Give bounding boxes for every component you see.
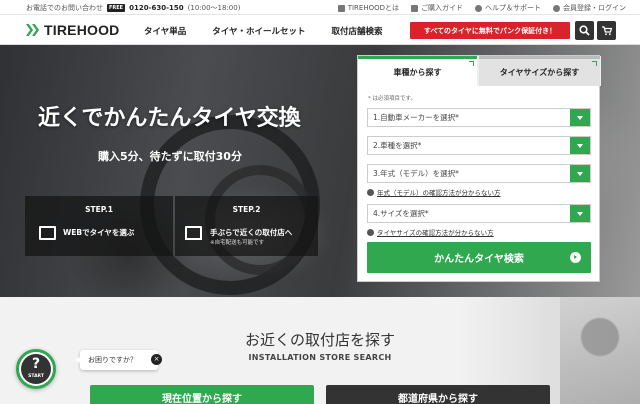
close-icon[interactable]: × <box>151 354 162 365</box>
model-select[interactable]: 2.車種を選択* <box>367 136 591 155</box>
chevron-down-icon <box>570 109 590 126</box>
nav-tire-wheel-set[interactable]: タイヤ・ホイールセット <box>212 25 305 37</box>
link-login[interactable]: 会員登録・ログイン <box>553 3 626 13</box>
step-1-card: STEP.1 WEBでタイヤを選ぶ <box>25 196 173 256</box>
mechanic-image <box>560 297 640 404</box>
chat-icon: ? START <box>21 354 51 384</box>
year-select[interactable]: 3.年式（モデル）を選択* <box>367 164 591 183</box>
size-select[interactable]: 4.サイズを選択* <box>367 204 591 223</box>
step-2-card: STEP.2 手ぶらで近くの取付店へ ※自宅配送も可能です <box>175 196 318 256</box>
nav-tire-single[interactable]: タイヤ単品 <box>144 25 186 37</box>
utility-links: TIREHOODとは ご購入ガイド ヘルプ＆サポート 会員登録・ログイン <box>337 3 626 13</box>
nav-store-search[interactable]: 取付店舗検索 <box>332 25 383 37</box>
main-nav: タイヤ単品 タイヤ・ホイールセット 取付店舗検索 <box>144 25 383 37</box>
logo-chevron-icon <box>26 24 40 36</box>
step-2-note: ※自宅配送も可能です <box>210 240 265 246</box>
search-button[interactable] <box>575 21 594 40</box>
link-guide-label: ご購入ガイド <box>421 4 463 12</box>
book-icon <box>411 4 418 12</box>
chevron-down-icon <box>570 205 590 222</box>
size-help-link[interactable]: タイヤサイズの確認方法が分からない方 <box>367 227 494 237</box>
monitor-icon <box>39 226 56 240</box>
help-icon <box>475 4 482 12</box>
chat-start-label: START <box>28 374 44 379</box>
required-note: * は必須項目です。 <box>368 96 416 102</box>
phone-number[interactable]: 0120-630-150 <box>129 4 184 12</box>
model-select-value: 2.車種を選択* <box>373 141 422 150</box>
size-select-value: 4.サイズを選択* <box>373 209 429 218</box>
tab-by-vehicle-label: 車種から探す <box>393 68 442 77</box>
freedial-badge: FREE <box>107 4 126 12</box>
cart-button[interactable] <box>597 21 616 40</box>
link-help-label: ヘルプ＆サポート <box>485 4 541 12</box>
puncture-guarantee-banner[interactable]: すべてのタイヤに無料でパンク保証付き！ <box>410 22 570 39</box>
site-header: TIREHOOD タイヤ単品 タイヤ・ホイールセット 取付店舗検索 すべてのタイ… <box>0 15 640 45</box>
chevron-down-icon <box>570 165 590 182</box>
step-2-number: STEP.2 <box>232 205 261 214</box>
shield-icon <box>337 4 345 12</box>
chat-bubble[interactable]: お困りですか？ × <box>75 350 162 370</box>
step-1-text: WEBでタイヤを選ぶ <box>63 228 135 237</box>
corner-mark-icon <box>469 61 474 66</box>
tab-by-tire-size-label: タイヤサイズから探す <box>499 68 580 77</box>
contact-info: お電話でのお問い合わせ FREE 0120-630-150 (10:00～18:… <box>26 3 240 13</box>
tab-by-vehicle[interactable]: 車種から探す <box>358 56 477 86</box>
chat-start-button[interactable]: ? START <box>16 349 56 389</box>
logo-text: TIREHOOD <box>44 22 120 38</box>
chat-bubble-text: お困りですか？ <box>88 356 137 364</box>
link-help[interactable]: ヘルプ＆サポート <box>475 3 541 13</box>
search-by-location-button[interactable]: 現在位置から探す <box>90 385 314 404</box>
cart-icon <box>602 26 612 36</box>
year-help-text: 年式（モデル）の確認方法が分からない方 <box>377 189 501 197</box>
link-about[interactable]: TIREHOODとは <box>337 3 399 13</box>
contact-label: お電話でのお問い合わせ <box>26 4 103 12</box>
logo[interactable]: TIREHOOD <box>26 22 120 38</box>
arrow-right-circle-icon <box>570 252 581 263</box>
search-by-prefecture-label: 都道府県から探す <box>398 394 478 404</box>
hero-title: 近くでかんたんタイヤ交換 <box>38 106 301 131</box>
user-icon <box>553 4 560 12</box>
store-section-title: お近くの取付店を探す <box>244 331 395 349</box>
search-by-prefecture-button[interactable]: 都道府県から探す <box>326 385 550 404</box>
step-1-number: STEP.1 <box>85 205 113 214</box>
tire-search-panel: 車種から探す タイヤサイズから探す * は必須項目です。 1.自動車メーカーを選… <box>357 55 601 282</box>
question-icon <box>367 188 374 196</box>
corner-mark-icon <box>592 61 597 66</box>
store-icon <box>185 226 202 240</box>
year-help-link[interactable]: 年式（モデル）の確認方法が分からない方 <box>367 187 501 197</box>
step-2-text: 手ぶらで近くの取付店へ <box>210 228 293 237</box>
search-tabs: 車種から探す タイヤサイズから探す <box>358 56 601 86</box>
maker-select-value: 1.自動車メーカーを選択* <box>373 113 459 122</box>
hero-subtitle: 購入5分、待たずに取付30分 <box>98 150 242 163</box>
chat-question-mark: ? <box>31 356 41 372</box>
link-about-label: TIREHOODとは <box>347 4 399 12</box>
tab-by-tire-size[interactable]: タイヤサイズから探す <box>479 56 600 86</box>
question-icon <box>367 228 374 236</box>
chevron-down-icon <box>570 137 590 154</box>
year-select-value: 3.年式（モデル）を選択* <box>373 169 459 178</box>
size-help-text: タイヤサイズの確認方法が分からない方 <box>377 229 494 237</box>
link-login-label: 会員登録・ログイン <box>563 4 626 12</box>
utility-bar: お電話でのお問い合わせ FREE 0120-630-150 (10:00～18:… <box>0 0 640 15</box>
maker-select[interactable]: 1.自動車メーカーを選択* <box>367 108 591 127</box>
business-hours: (10:00～18:00) <box>187 4 241 12</box>
search-icon <box>579 25 590 36</box>
link-guide[interactable]: ご購入ガイド <box>411 3 463 13</box>
search-by-location-label: 現在位置から探す <box>162 394 242 404</box>
tire-search-button[interactable]: かんたんタイヤ検索 <box>367 242 591 273</box>
tire-search-button-label: かんたんタイヤ検索 <box>434 254 524 265</box>
